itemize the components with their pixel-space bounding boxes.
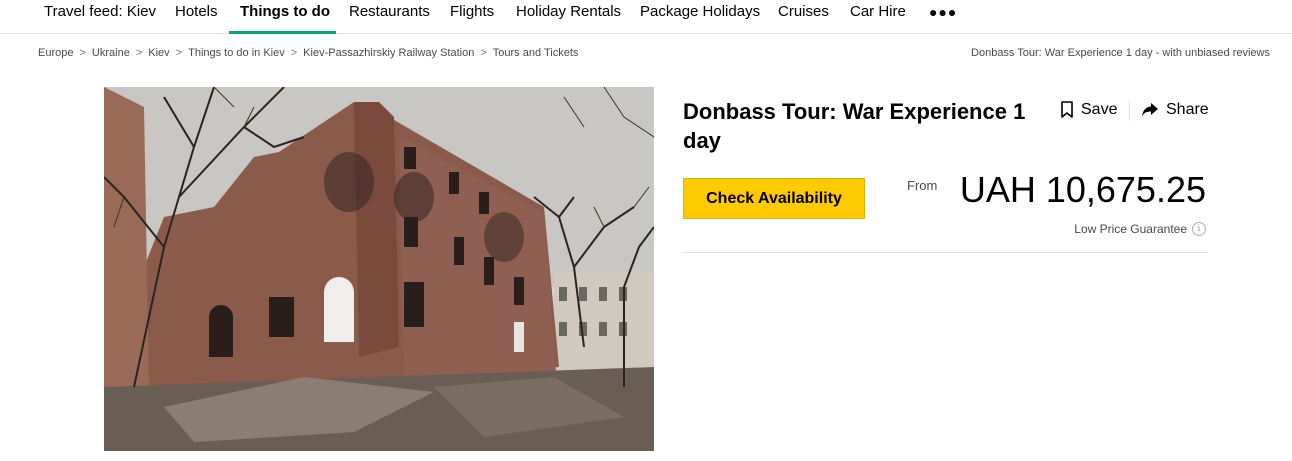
save-label: Save	[1081, 101, 1118, 118]
share-arrow-icon	[1142, 103, 1158, 117]
nav-package-holidays[interactable]: Package Holidays	[640, 3, 760, 20]
page-subtitle: Donbass Tour: War Experience 1 day - wit…	[971, 47, 1270, 59]
nav-restaurants[interactable]: Restaurants	[349, 3, 430, 20]
bookmark-icon	[1061, 101, 1073, 118]
action-divider	[1129, 101, 1130, 121]
breadcrumb-europe[interactable]: Europe	[38, 47, 73, 59]
breadcrumb-railway-station[interactable]: Kiev-Passazhirskiy Railway Station	[303, 47, 474, 59]
top-nav: Travel feed: Kiev Hotels Things to do Re…	[0, 0, 1292, 34]
tour-title: Donbass Tour: War Experience 1 day	[683, 99, 1026, 153]
nav-travel-feed[interactable]: Travel feed: Kiev	[44, 3, 156, 20]
price: UAH 10,675.25	[959, 169, 1206, 210]
more-menu-icon[interactable]: ●●●	[929, 4, 957, 20]
from-label: From	[907, 178, 938, 193]
nav-holiday-rentals[interactable]: Holiday Rentals	[516, 3, 621, 20]
breadcrumb-ukraine[interactable]: Ukraine	[92, 47, 130, 59]
save-button[interactable]: Save	[1060, 101, 1117, 119]
breadcrumb: Europe > Ukraine > Kiev > Things to do in Kiev…	[38, 47, 578, 59]
active-tab-indicator	[229, 31, 336, 34]
tour-photo[interactable]	[104, 87, 654, 451]
nav-things-to-do[interactable]: Things to do	[240, 3, 330, 20]
nav-cruises[interactable]: Cruises	[778, 3, 829, 20]
low-price-guarantee: Low Price Guarantee i	[1074, 222, 1206, 236]
nav-car-hire[interactable]: Car Hire	[850, 3, 906, 20]
nav-hotels[interactable]: Hotels	[175, 3, 218, 20]
section-divider	[683, 252, 1208, 253]
nav-flights[interactable]: Flights	[450, 3, 494, 20]
breadcrumb-kiev[interactable]: Kiev	[148, 47, 169, 59]
breadcrumb-tours-tickets[interactable]: Tours and Tickets	[493, 47, 579, 59]
breadcrumb-separator: >	[135, 47, 143, 59]
breadcrumb-separator: >	[175, 47, 183, 59]
breadcrumb-separator: >	[480, 47, 487, 59]
check-availability-button[interactable]: Check Availability	[683, 178, 865, 219]
guarantee-label: Low Price Guarantee	[1074, 222, 1187, 236]
breadcrumb-things-to-do[interactable]: Things to do in Kiev	[188, 47, 285, 59]
breadcrumb-separator: >	[290, 47, 298, 59]
share-button[interactable]: Share	[1141, 101, 1209, 119]
breadcrumb-separator: >	[79, 47, 86, 59]
info-icon[interactable]: i	[1192, 222, 1206, 236]
share-label: Share	[1166, 101, 1209, 118]
